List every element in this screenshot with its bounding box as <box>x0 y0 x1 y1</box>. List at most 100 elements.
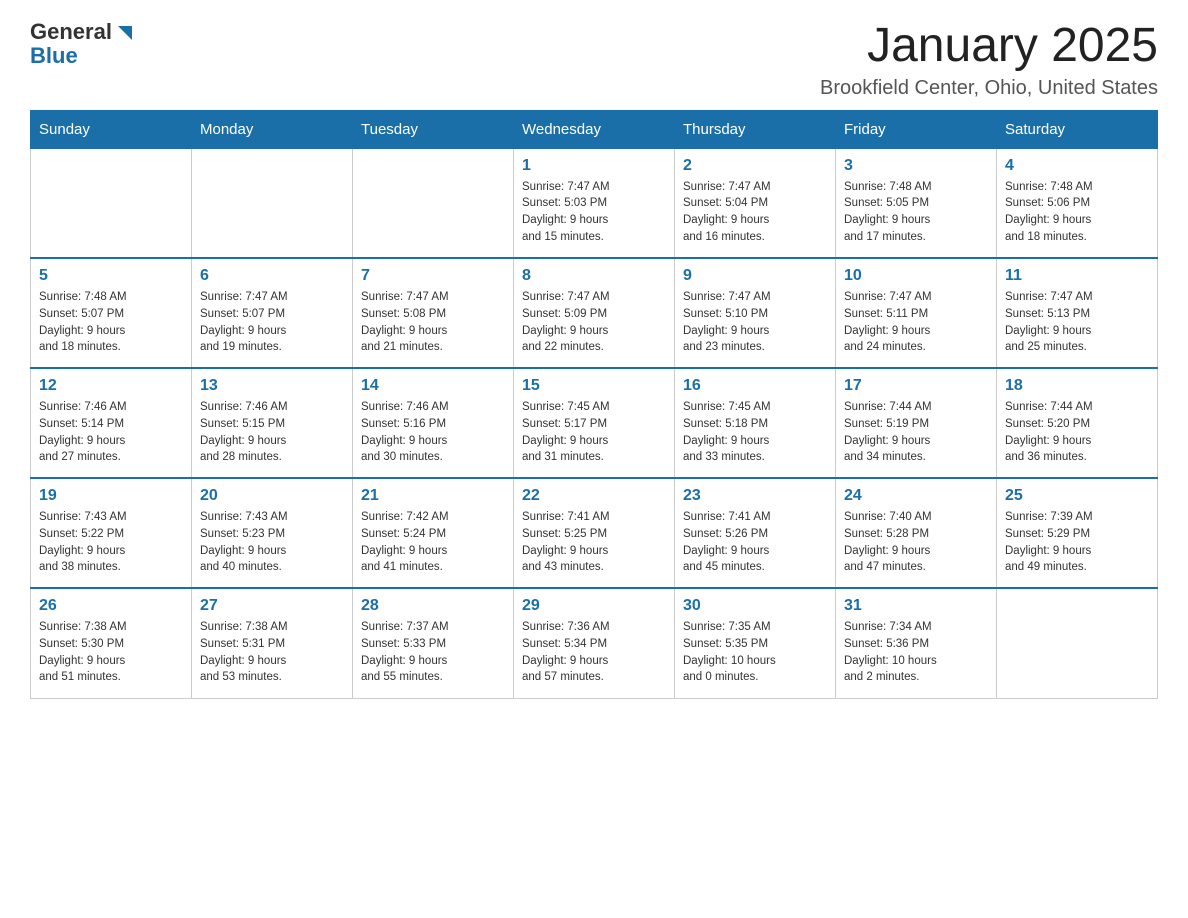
calendar-week-row: 5 Sunrise: 7:48 AM Sunset: 5:07 PM Daylig… <box>31 258 1158 368</box>
day-number: 23 <box>683 487 827 505</box>
day-info: Sunrise: 7:43 AM Sunset: 5:23 PM Dayligh… <box>200 509 344 576</box>
table-row: 10 Sunrise: 7:47 AM Sunset: 5:11 PM Dayli… <box>836 258 997 368</box>
calendar-table: Sunday Monday Tuesday Wednesday Thursday… <box>30 110 1158 699</box>
table-row: 16 Sunrise: 7:45 AM Sunset: 5:18 PM Dayli… <box>675 368 836 478</box>
month-title: January 2025 <box>820 20 1158 73</box>
day-info: Sunrise: 7:47 AM Sunset: 5:13 PM Dayligh… <box>1005 289 1149 356</box>
day-info: Sunrise: 7:48 AM Sunset: 5:07 PM Dayligh… <box>39 289 183 356</box>
table-row: 6 Sunrise: 7:47 AM Sunset: 5:07 PM Daylig… <box>192 258 353 368</box>
day-info: Sunrise: 7:47 AM Sunset: 5:10 PM Dayligh… <box>683 289 827 356</box>
calendar-week-row: 1 Sunrise: 7:47 AM Sunset: 5:03 PM Daylig… <box>31 148 1158 258</box>
table-row: 18Sunrise: 7:44 AM Sunset: 5:20 PM Dayli… <box>997 368 1158 478</box>
table-row <box>192 148 353 258</box>
logo-blue-text: Blue <box>30 43 78 68</box>
table-row: 3 Sunrise: 7:48 AM Sunset: 5:05 PM Daylig… <box>836 148 997 258</box>
day-number: 13 <box>200 377 344 395</box>
col-monday: Monday <box>192 110 353 148</box>
day-number: 8 <box>522 267 666 285</box>
table-row: 7Sunrise: 7:47 AM Sunset: 5:08 PM Daylig… <box>353 258 514 368</box>
table-row: 22 Sunrise: 7:41 AM Sunset: 5:25 PM Dayli… <box>514 478 675 588</box>
day-number: 11 <box>1005 267 1149 285</box>
col-friday: Friday <box>836 110 997 148</box>
day-info: Sunrise: 7:34 AM Sunset: 5:36 PM Dayligh… <box>844 619 988 686</box>
day-number: 25 <box>1005 487 1149 505</box>
col-saturday: Saturday <box>997 110 1158 148</box>
table-row: 26 Sunrise: 7:38 AM Sunset: 5:30 PM Dayli… <box>31 588 192 698</box>
table-row: 8Sunrise: 7:47 AM Sunset: 5:09 PM Daylig… <box>514 258 675 368</box>
day-number: 16 <box>683 377 827 395</box>
table-row: 27 Sunrise: 7:38 AM Sunset: 5:31 PM Dayli… <box>192 588 353 698</box>
day-number: 3 <box>844 157 988 175</box>
day-info: Sunrise: 7:44 AM Sunset: 5:19 PM Dayligh… <box>844 399 988 466</box>
col-sunday: Sunday <box>31 110 192 148</box>
table-row: 29 Sunrise: 7:36 AM Sunset: 5:34 PM Dayli… <box>514 588 675 698</box>
day-info: Sunrise: 7:41 AM Sunset: 5:25 PM Dayligh… <box>522 509 666 576</box>
table-row: 30 Sunrise: 7:35 AM Sunset: 5:35 PM Dayli… <box>675 588 836 698</box>
table-row: 11 Sunrise: 7:47 AM Sunset: 5:13 PM Dayli… <box>997 258 1158 368</box>
day-info: Sunrise: 7:47 AM Sunset: 5:07 PM Dayligh… <box>200 289 344 356</box>
day-info: Sunrise: 7:46 AM Sunset: 5:14 PM Dayligh… <box>39 399 183 466</box>
col-thursday: Thursday <box>675 110 836 148</box>
calendar-week-row: 12Sunrise: 7:46 AM Sunset: 5:14 PM Dayli… <box>31 368 1158 478</box>
day-info: Sunrise: 7:38 AM Sunset: 5:30 PM Dayligh… <box>39 619 183 686</box>
day-info: Sunrise: 7:47 AM Sunset: 5:11 PM Dayligh… <box>844 289 988 356</box>
day-info: Sunrise: 7:48 AM Sunset: 5:05 PM Dayligh… <box>844 179 988 246</box>
table-row: 9 Sunrise: 7:47 AM Sunset: 5:10 PM Daylig… <box>675 258 836 368</box>
day-number: 24 <box>844 487 988 505</box>
day-number: 17 <box>844 377 988 395</box>
day-info: Sunrise: 7:42 AM Sunset: 5:24 PM Dayligh… <box>361 509 505 576</box>
day-info: Sunrise: 7:46 AM Sunset: 5:16 PM Dayligh… <box>361 399 505 466</box>
table-row: 5 Sunrise: 7:48 AM Sunset: 5:07 PM Daylig… <box>31 258 192 368</box>
day-number: 21 <box>361 487 505 505</box>
day-number: 29 <box>522 597 666 615</box>
day-number: 5 <box>39 267 183 285</box>
table-row: 13 Sunrise: 7:46 AM Sunset: 5:15 PM Dayli… <box>192 368 353 478</box>
table-row: 28 Sunrise: 7:37 AM Sunset: 5:33 PM Dayli… <box>353 588 514 698</box>
day-info: Sunrise: 7:43 AM Sunset: 5:22 PM Dayligh… <box>39 509 183 576</box>
logo: General Blue <box>30 20 136 68</box>
day-info: Sunrise: 7:38 AM Sunset: 5:31 PM Dayligh… <box>200 619 344 686</box>
day-number: 26 <box>39 597 183 615</box>
day-info: Sunrise: 7:44 AM Sunset: 5:20 PM Dayligh… <box>1005 399 1149 466</box>
day-number: 30 <box>683 597 827 615</box>
day-info: Sunrise: 7:46 AM Sunset: 5:15 PM Dayligh… <box>200 399 344 466</box>
calendar-week-row: 26 Sunrise: 7:38 AM Sunset: 5:30 PM Dayli… <box>31 588 1158 698</box>
table-row: 21 Sunrise: 7:42 AM Sunset: 5:24 PM Dayli… <box>353 478 514 588</box>
table-row: 23 Sunrise: 7:41 AM Sunset: 5:26 PM Dayli… <box>675 478 836 588</box>
table-row <box>997 588 1158 698</box>
table-row: 1 Sunrise: 7:47 AM Sunset: 5:03 PM Daylig… <box>514 148 675 258</box>
day-number: 15 <box>522 377 666 395</box>
day-number: 1 <box>522 157 666 175</box>
day-info: Sunrise: 7:47 AM Sunset: 5:03 PM Dayligh… <box>522 179 666 246</box>
day-info: Sunrise: 7:45 AM Sunset: 5:18 PM Dayligh… <box>683 399 827 466</box>
day-number: 6 <box>200 267 344 285</box>
day-number: 28 <box>361 597 505 615</box>
day-number: 2 <box>683 157 827 175</box>
col-wednesday: Wednesday <box>514 110 675 148</box>
day-number: 27 <box>200 597 344 615</box>
table-row: 31Sunrise: 7:34 AM Sunset: 5:36 PM Dayli… <box>836 588 997 698</box>
calendar-week-row: 19Sunrise: 7:43 AM Sunset: 5:22 PM Dayli… <box>31 478 1158 588</box>
day-info: Sunrise: 7:37 AM Sunset: 5:33 PM Dayligh… <box>361 619 505 686</box>
day-number: 4 <box>1005 157 1149 175</box>
day-info: Sunrise: 7:35 AM Sunset: 5:35 PM Dayligh… <box>683 619 827 686</box>
logo-general-text: General <box>30 20 112 44</box>
day-number: 10 <box>844 267 988 285</box>
table-row: 15Sunrise: 7:45 AM Sunset: 5:17 PM Dayli… <box>514 368 675 478</box>
day-info: Sunrise: 7:41 AM Sunset: 5:26 PM Dayligh… <box>683 509 827 576</box>
table-row: 19Sunrise: 7:43 AM Sunset: 5:22 PM Dayli… <box>31 478 192 588</box>
table-row <box>31 148 192 258</box>
table-row <box>353 148 514 258</box>
table-row: 4Sunrise: 7:48 AM Sunset: 5:06 PM Daylig… <box>997 148 1158 258</box>
day-info: Sunrise: 7:36 AM Sunset: 5:34 PM Dayligh… <box>522 619 666 686</box>
day-number: 9 <box>683 267 827 285</box>
col-tuesday: Tuesday <box>353 110 514 148</box>
page-header: General Blue January 2025 Brookfield Cen… <box>30 20 1158 100</box>
table-row: 24 Sunrise: 7:40 AM Sunset: 5:28 PM Dayli… <box>836 478 997 588</box>
day-number: 20 <box>200 487 344 505</box>
day-info: Sunrise: 7:40 AM Sunset: 5:28 PM Dayligh… <box>844 509 988 576</box>
table-row: 25Sunrise: 7:39 AM Sunset: 5:29 PM Dayli… <box>997 478 1158 588</box>
location-subtitle: Brookfield Center, Ohio, United States <box>820 77 1158 100</box>
title-section: January 2025 Brookfield Center, Ohio, Un… <box>820 20 1158 100</box>
day-number: 22 <box>522 487 666 505</box>
